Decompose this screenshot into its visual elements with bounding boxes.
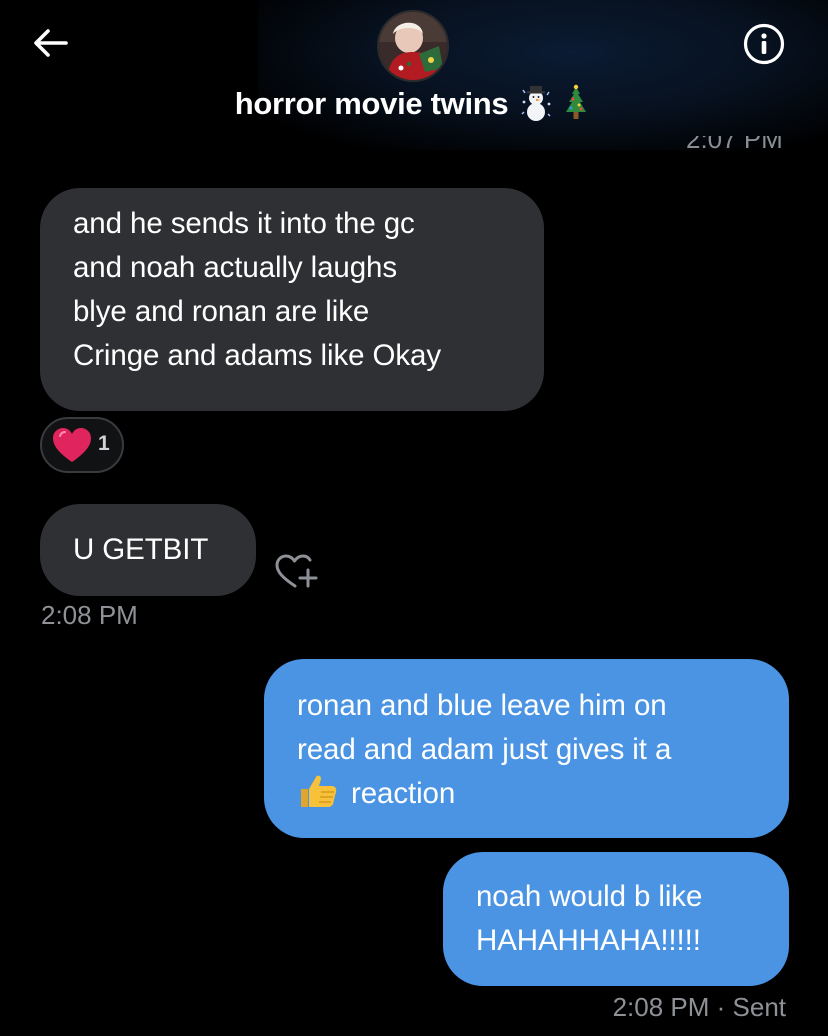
message-line: ronan and blue leave him on <box>297 689 667 722</box>
conversation-title[interactable]: horror movie twins <box>0 84 828 124</box>
message-line: noah would b like <box>476 880 703 913</box>
message-line: Cringe and adams like Okay <box>73 339 441 372</box>
add-reaction-button[interactable] <box>273 552 319 592</box>
message-line: HAHAHHAHA!!!!! <box>476 924 701 957</box>
back-button[interactable] <box>30 22 72 64</box>
heart-plus-icon <box>275 554 318 588</box>
info-button[interactable] <box>742 22 786 66</box>
page-title: horror movie twins <box>234 86 509 121</box>
avatar-photo <box>379 12 447 80</box>
thumbs-up-icon <box>301 775 337 807</box>
sent-status: 2:08 PM · Sent <box>612 992 786 1022</box>
reaction-word: reaction <box>351 777 456 810</box>
message-bubble-sent[interactable]: ronan and blue leave him on read and ada… <box>264 659 789 838</box>
message-bubble-received[interactable]: and he sends it into the gc and noah act… <box>40 188 544 411</box>
snowman-icon <box>521 86 551 121</box>
message-line: and he sends it into the gc <box>73 207 415 240</box>
reaction-count: 1 <box>98 432 110 455</box>
christmas-tree-icon <box>566 84 587 119</box>
message-line-with-icon: reaction <box>297 772 789 816</box>
message-line: read and adam just gives it a <box>297 733 672 766</box>
red-heart-icon <box>53 428 91 462</box>
message-line: blye and ronan are like <box>73 295 370 328</box>
message-line: U GETBIT <box>73 533 209 566</box>
arrow-left-icon <box>34 29 68 57</box>
message-line: and noah actually laughs <box>73 251 397 284</box>
reaction-badge[interactable]: 1 <box>40 417 124 473</box>
info-circle-icon <box>743 23 785 65</box>
clipped-timestamp: 2:07 PM <box>686 136 783 154</box>
message-bubble-sent[interactable]: noah would b like HAHAHHAHA!!!!! <box>443 852 789 986</box>
message-timestamp: 2:08 PM <box>41 600 138 630</box>
group-avatar[interactable] <box>377 10 449 82</box>
message-bubble-received[interactable]: U GETBIT <box>40 504 256 596</box>
